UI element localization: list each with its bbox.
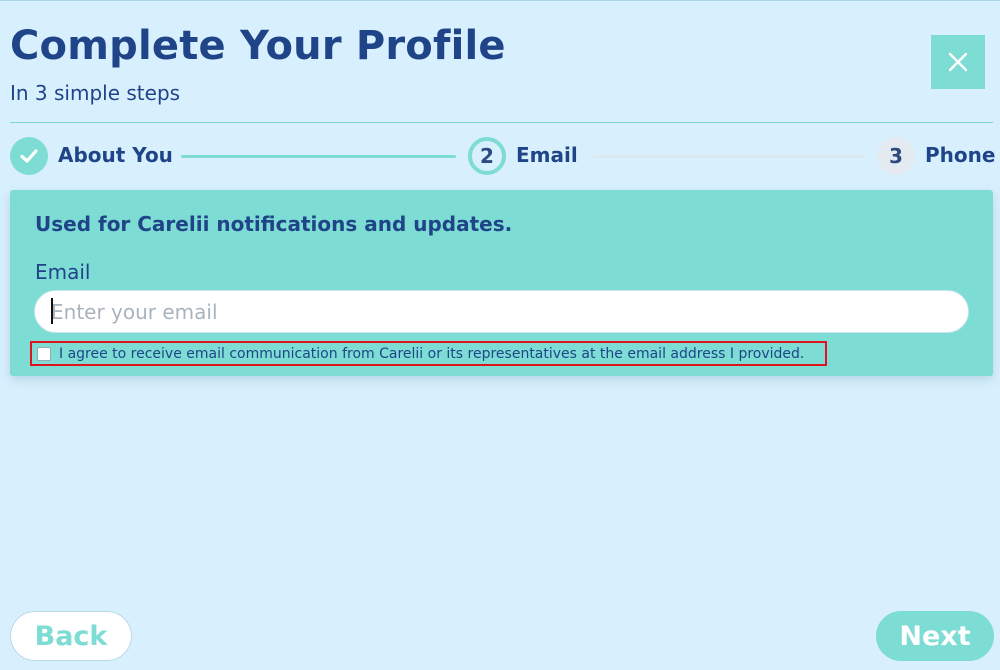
email-form-card: Used for Carelii notifications and updat… [10,190,993,376]
text-caret [51,298,53,324]
step-2-label: Email [516,143,578,167]
check-icon [20,149,38,163]
header-divider [10,122,993,123]
email-consent-row[interactable]: I agree to receive email communication f… [30,341,827,366]
step-connector-1 [181,155,456,158]
email-consent-label[interactable]: I agree to receive email communication f… [59,346,804,362]
step-2-indicator: 2 [468,137,506,175]
step-1-label: About You [58,143,173,167]
next-button[interactable]: Next [876,611,994,661]
close-button[interactable] [931,35,985,89]
step-3-label: Phone [925,143,996,167]
email-consent-checkbox[interactable] [37,346,51,361]
email-label: Email [35,260,91,284]
step-1-indicator [10,137,48,175]
form-description: Used for Carelii notifications and updat… [35,212,513,236]
page-title: Complete Your Profile [10,23,506,69]
email-input[interactable] [34,290,969,333]
close-icon [948,52,968,72]
step-3-indicator: 3 [877,137,915,175]
back-button[interactable]: Back [10,611,132,661]
page-subtitle: In 3 simple steps [10,81,181,105]
step-connector-2 [593,155,865,158]
